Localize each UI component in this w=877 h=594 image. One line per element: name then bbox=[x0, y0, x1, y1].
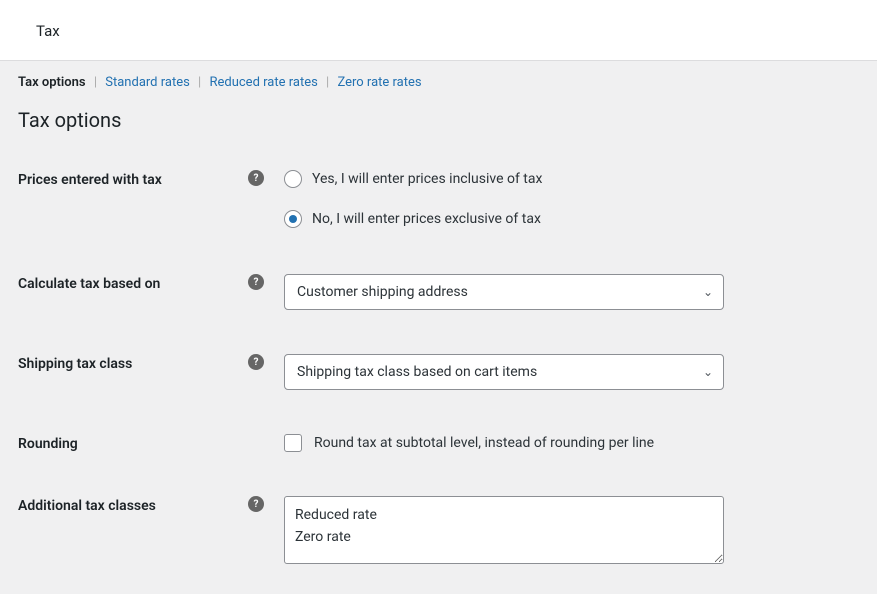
header-title: Tax bbox=[36, 22, 841, 40]
checkbox-label: Round tax at subtotal level, instead of … bbox=[314, 435, 654, 451]
radio-group-prices-with-tax: Yes, I will enter prices inclusive of ta… bbox=[284, 170, 542, 228]
row-calculate-based-on: Calculate tax based on ? Customer shippi… bbox=[18, 274, 859, 310]
textarea-additional-classes[interactable] bbox=[284, 496, 724, 564]
checkbox-rounding[interactable]: Round tax at subtotal level, instead of … bbox=[284, 434, 654, 452]
chevron-down-icon: ⌄ bbox=[703, 285, 713, 299]
checkbox-input[interactable] bbox=[284, 434, 302, 452]
row-shipping-tax-class: Shipping tax class ? Shipping tax class … bbox=[18, 354, 859, 390]
subnav-separator: | bbox=[323, 75, 332, 90]
help-icon[interactable]: ? bbox=[248, 496, 264, 512]
label-rounding: Rounding bbox=[18, 436, 78, 452]
row-additional-classes: Additional tax classes ? bbox=[18, 496, 859, 564]
subnav-tab-standard-rates[interactable]: Standard rates bbox=[103, 75, 192, 90]
label-shipping-tax-class: Shipping tax class bbox=[18, 356, 132, 372]
help-icon[interactable]: ? bbox=[248, 354, 264, 370]
select-value: Shipping tax class based on cart items bbox=[297, 364, 537, 380]
select-value: Customer shipping address bbox=[297, 284, 468, 300]
radio-input[interactable] bbox=[284, 170, 302, 188]
label-calculate-based-on: Calculate tax based on bbox=[18, 276, 160, 292]
help-icon[interactable]: ? bbox=[248, 274, 264, 290]
page-header: Tax bbox=[0, 0, 877, 61]
row-prices-with-tax: Prices entered with tax ? Yes, I will en… bbox=[18, 170, 859, 228]
subnav: Tax options | Standard rates | Reduced r… bbox=[0, 61, 877, 90]
subnav-tab-tax-options[interactable]: Tax options bbox=[16, 75, 88, 90]
select-shipping-tax-class[interactable]: Shipping tax class based on cart items ⌄ bbox=[284, 354, 724, 390]
subnav-tab-reduced-rate-rates[interactable]: Reduced rate rates bbox=[207, 75, 319, 90]
chevron-down-icon: ⌄ bbox=[703, 365, 713, 379]
radio-exclusive[interactable]: No, I will enter prices exclusive of tax bbox=[284, 210, 542, 228]
label-prices-with-tax: Prices entered with tax bbox=[18, 172, 162, 188]
select-calculate-based-on[interactable]: Customer shipping address ⌄ bbox=[284, 274, 724, 310]
radio-label: No, I will enter prices exclusive of tax bbox=[312, 211, 541, 227]
page-title: Tax options bbox=[18, 108, 859, 132]
radio-input[interactable] bbox=[284, 210, 302, 228]
subnav-separator: | bbox=[91, 75, 100, 90]
help-icon[interactable]: ? bbox=[248, 170, 264, 186]
subnav-tab-zero-rate-rates[interactable]: Zero rate rates bbox=[335, 75, 423, 90]
content: Tax options Prices entered with tax ? Ye… bbox=[0, 90, 877, 594]
radio-inclusive[interactable]: Yes, I will enter prices inclusive of ta… bbox=[284, 170, 542, 188]
radio-label: Yes, I will enter prices inclusive of ta… bbox=[312, 171, 542, 187]
subnav-separator: | bbox=[195, 75, 204, 90]
row-rounding: Rounding Round tax at subtotal level, in… bbox=[18, 434, 859, 452]
label-additional-classes: Additional tax classes bbox=[18, 498, 156, 514]
